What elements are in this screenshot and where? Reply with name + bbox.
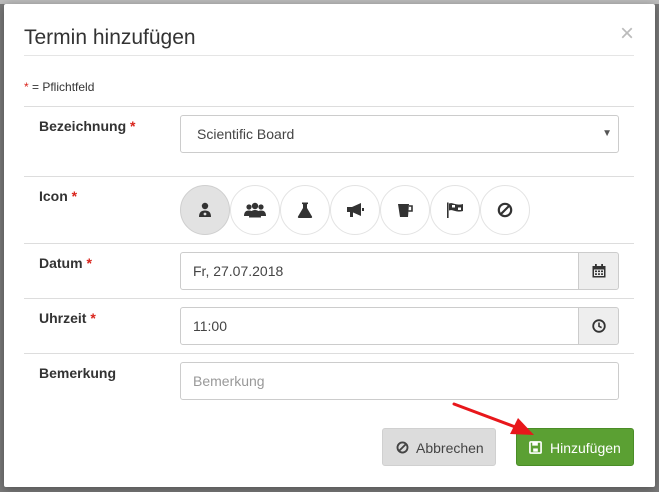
datum-label: Datum * xyxy=(39,255,92,271)
megaphone-icon xyxy=(347,203,364,217)
datum-label-text: Datum xyxy=(39,255,83,271)
date-input[interactable]: Fr, 27.07.2018 xyxy=(180,252,580,290)
row-divider xyxy=(24,298,634,299)
icon-option-doctor[interactable] xyxy=(180,185,230,235)
uhrzeit-label: Uhrzeit * xyxy=(39,310,96,326)
clock-icon xyxy=(591,319,606,333)
icon-option-megaphone[interactable] xyxy=(330,185,380,235)
row-divider xyxy=(24,353,634,354)
icon-label: Icon * xyxy=(39,188,77,204)
required-note-text: = Pflichtfeld xyxy=(28,80,95,94)
bezeichnung-label: Bezeichnung * xyxy=(39,118,135,134)
row-divider xyxy=(24,243,634,244)
save-icon xyxy=(529,441,542,454)
icon-option-flask[interactable] xyxy=(280,185,330,235)
icon-option-group[interactable] xyxy=(230,185,280,235)
calendar-icon xyxy=(592,264,605,278)
row-divider xyxy=(24,106,634,107)
group-icon xyxy=(244,202,266,218)
required-asterisk: * xyxy=(71,188,78,204)
icon-option-ban[interactable] xyxy=(480,185,530,235)
bemerkung-input[interactable]: Bemerkung xyxy=(180,362,619,400)
bezeichnung-select[interactable]: Scientific Board ▼ xyxy=(180,115,619,153)
required-asterisk: * xyxy=(90,310,96,326)
calendar-button[interactable] xyxy=(578,252,619,290)
row-divider xyxy=(24,176,634,177)
icon-label-text: Icon xyxy=(39,188,68,204)
required-asterisk: * xyxy=(130,118,136,134)
uhrzeit-label-text: Uhrzeit xyxy=(39,310,87,326)
bezeichnung-selected-value: Scientific Board xyxy=(197,126,295,142)
caret-down-icon: ▼ xyxy=(602,128,612,139)
datum-input-group: Fr, 27.07.2018 xyxy=(180,252,619,290)
flag-icon xyxy=(447,202,463,218)
header-divider xyxy=(24,55,634,56)
add-appointment-dialog: Termin hinzufügen × * = Pflichtfeld Beze… xyxy=(4,4,655,487)
annotation-arrow-icon xyxy=(452,402,534,435)
ban-icon xyxy=(497,202,513,218)
uhrzeit-input-group: 11:00 xyxy=(180,307,619,345)
close-icon[interactable]: × xyxy=(617,22,637,46)
required-asterisk: * xyxy=(86,255,92,271)
bemerkung-label: Bemerkung xyxy=(39,365,117,381)
bezeichnung-label-text: Bezeichnung xyxy=(39,118,127,134)
icon-option-flag[interactable] xyxy=(430,185,480,235)
doctor-icon xyxy=(199,202,211,217)
clock-button[interactable] xyxy=(578,307,619,345)
cup-icon xyxy=(398,204,413,217)
dialog-title: Termin hinzufügen xyxy=(24,26,196,49)
time-input[interactable]: 11:00 xyxy=(180,307,580,345)
required-field-note: * = Pflichtfeld xyxy=(24,80,94,94)
add-button-label: Hinzufügen xyxy=(550,440,621,456)
ban-icon xyxy=(396,441,409,454)
icon-option-cup[interactable] xyxy=(380,185,430,235)
flask-icon xyxy=(297,202,313,218)
